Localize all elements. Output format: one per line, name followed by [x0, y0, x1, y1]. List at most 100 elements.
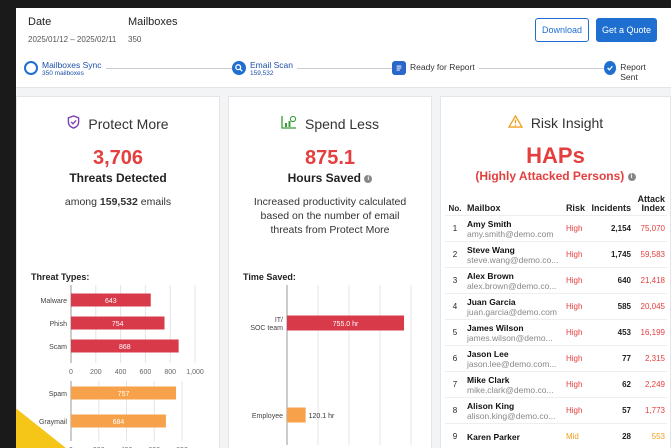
haps-table-body: 1 Amy Smith amy.smith@demo.com High 2,154 75,…	[445, 215, 667, 448]
step-title: Mailboxes Sync	[42, 60, 102, 70]
mailbox-name: Alex Brown	[467, 270, 514, 281]
progress-steps: Mailboxes Sync 350 mailboxes Email Scan …	[24, 56, 664, 82]
check-icon	[604, 61, 617, 75]
spend-less-card: Spend Less 875.1 Hours Saved i Increased…	[228, 96, 432, 448]
threat-types-chart-secondary: 0200400600800Spam757Graymail684	[39, 381, 188, 448]
table-row[interactable]: 9 Karen Parker Mid 28 553	[445, 423, 667, 448]
threat-types-label: Threat Types:	[31, 272, 90, 282]
value-label: 868	[119, 344, 131, 351]
table-row[interactable]: 4 Juan Garcia juan.garcia@demo.com High 585 2…	[445, 293, 667, 320]
tick-label: 600	[140, 369, 152, 376]
time-saved-label: Time Saved:	[243, 272, 296, 282]
col-mailbox: Mailbox	[467, 203, 501, 213]
risk-level: High	[563, 319, 588, 346]
hours-saved-count: 875.1	[304, 147, 356, 169]
tick-label: 800	[164, 369, 176, 376]
attack-index: 2,315	[633, 345, 667, 372]
mailbox-cell: Juan Garcia juan.garcia@demo.com	[465, 293, 564, 320]
col-incidents: Incidents	[591, 203, 631, 213]
table-row[interactable]: 6 Jason Lee jason.lee@demo.com... High 77 2,3…	[445, 345, 667, 372]
download-button[interactable]: Download	[535, 18, 589, 42]
step-report-sent: Report Sent	[604, 56, 664, 82]
incident-count: 640	[587, 267, 633, 294]
incident-count: 1,745	[587, 241, 633, 268]
attack-index: 21,418	[633, 267, 667, 294]
info-icon[interactable]: i	[364, 174, 373, 183]
mailbox-name: Karen Parker	[467, 431, 520, 442]
bar	[287, 407, 306, 423]
risk-level: High	[563, 371, 588, 398]
desc-prefix: among	[64, 196, 97, 208]
mailboxes-label: Mailboxes	[128, 16, 178, 28]
mailbox-name: Steve Wang	[467, 244, 515, 255]
col-attack-index: Attack Index	[637, 194, 665, 213]
row-number: 8	[445, 397, 465, 424]
step-title: Email Scan	[250, 60, 293, 70]
threats-count: 3,706	[92, 147, 144, 169]
row-number: 7	[445, 371, 465, 398]
step-title: Report Sent	[620, 62, 646, 82]
hours-saved-label: Hours Saved i	[229, 171, 431, 185]
row-number: 6	[445, 345, 465, 372]
time-saved-chart: 0200400600800IT/SOC team755.0 hrEmployee…	[250, 285, 412, 445]
category-label: IT/SOC team	[250, 317, 283, 332]
incident-count: 28	[587, 423, 633, 448]
mailbox-cell: Mike Clark mike.clark@demo.co...	[465, 371, 564, 398]
search-icon	[232, 61, 246, 75]
category-label: Employee	[252, 413, 283, 420]
table-row[interactable]: 1 Amy Smith amy.smith@demo.com High 2,154 75,…	[445, 215, 667, 242]
info-icon[interactable]: i	[627, 172, 636, 181]
col-risk: Risk	[565, 203, 585, 213]
progress-line	[32, 68, 644, 69]
table-row[interactable]: 7 Mike Clark mike.clark@demo.co... High 62 2,…	[445, 371, 667, 398]
date-value: 2025/01/12 – 2025/02/11	[28, 35, 117, 44]
incident-count: 57	[587, 397, 633, 424]
category-label: Malware	[41, 298, 68, 305]
row-number: 9	[445, 423, 465, 448]
card-title: Protect More	[88, 115, 169, 132]
mailbox-email: amy.smith@demo.com	[467, 228, 554, 239]
attack-index: 16,199	[633, 319, 667, 346]
mailbox-email: mike.clark@demo.co...	[467, 384, 554, 395]
card-title: Risk Insight	[530, 115, 604, 131]
table-row[interactable]: 5 James Wilson james.wilson@demo... High 453…	[445, 319, 667, 346]
table-row[interactable]: 2 Steve Wang steve.wang@demo.co... High 1,74…	[445, 241, 667, 268]
row-number: 4	[445, 293, 465, 320]
mailboxes-value: 350	[128, 35, 142, 44]
mailbox-name: Amy Smith	[467, 218, 512, 229]
mailbox-name: Mike Clark	[467, 374, 510, 385]
hours-saved-text: Hours Saved	[287, 171, 361, 185]
get-quote-button[interactable]: Get a Quote	[596, 18, 657, 42]
mailbox-email: alex.brown@demo.co...	[467, 280, 557, 291]
threat-types-chart: 0 200 400 600 800 1,000 Malware 643 Phish 754 Scam…	[39, 285, 204, 448]
risk-insight-card: Risk Insight HAPs (Highly Attacked Perso…	[440, 96, 671, 448]
mailbox-email: steve.wang@demo.co...	[467, 254, 559, 265]
mailbox-email: alison.king@demo.co...	[467, 410, 556, 421]
risk-level: High	[563, 241, 588, 268]
value-label: 754	[112, 321, 124, 328]
category-label: Spam	[49, 391, 67, 398]
risk-level: High	[563, 267, 588, 294]
attack-index: 59,583	[633, 241, 667, 268]
haps-table: No. Mailbox Risk Incidents Attack Index …	[445, 193, 667, 448]
desc-count: 159,532	[99, 196, 138, 208]
row-number: 2	[445, 241, 465, 268]
value-label: 755.0 hr	[333, 321, 359, 328]
mailbox-email: james.wilson@demo...	[467, 332, 553, 343]
tick-label: 400	[115, 369, 127, 376]
table-row[interactable]: 3 Alex Brown alex.brown@demo.co... High 640 2…	[445, 267, 667, 294]
incident-count: 2,154	[587, 215, 633, 242]
report-header: Date 2025/01/12 – 2025/02/11 Mailboxes 3…	[16, 8, 671, 88]
category-label: Phish	[49, 321, 67, 328]
table-row[interactable]: 8 Alison King alison.king@demo.co... High 57…	[445, 397, 667, 424]
mailbox-cell: Alison King alison.king@demo.co...	[465, 397, 564, 424]
risk-level: High	[563, 397, 588, 424]
mailbox-icon	[24, 61, 38, 75]
incident-count: 62	[587, 371, 633, 398]
step-sub: 350 mailboxes	[42, 70, 84, 77]
mailbox-email: juan.garcia@demo.com	[467, 306, 557, 317]
col-no: No.	[448, 204, 462, 213]
mailbox-email: jason.lee@demo.com...	[467, 358, 557, 369]
mailbox-cell: James Wilson james.wilson@demo...	[465, 319, 564, 346]
mailbox-cell: Karen Parker	[465, 423, 564, 448]
